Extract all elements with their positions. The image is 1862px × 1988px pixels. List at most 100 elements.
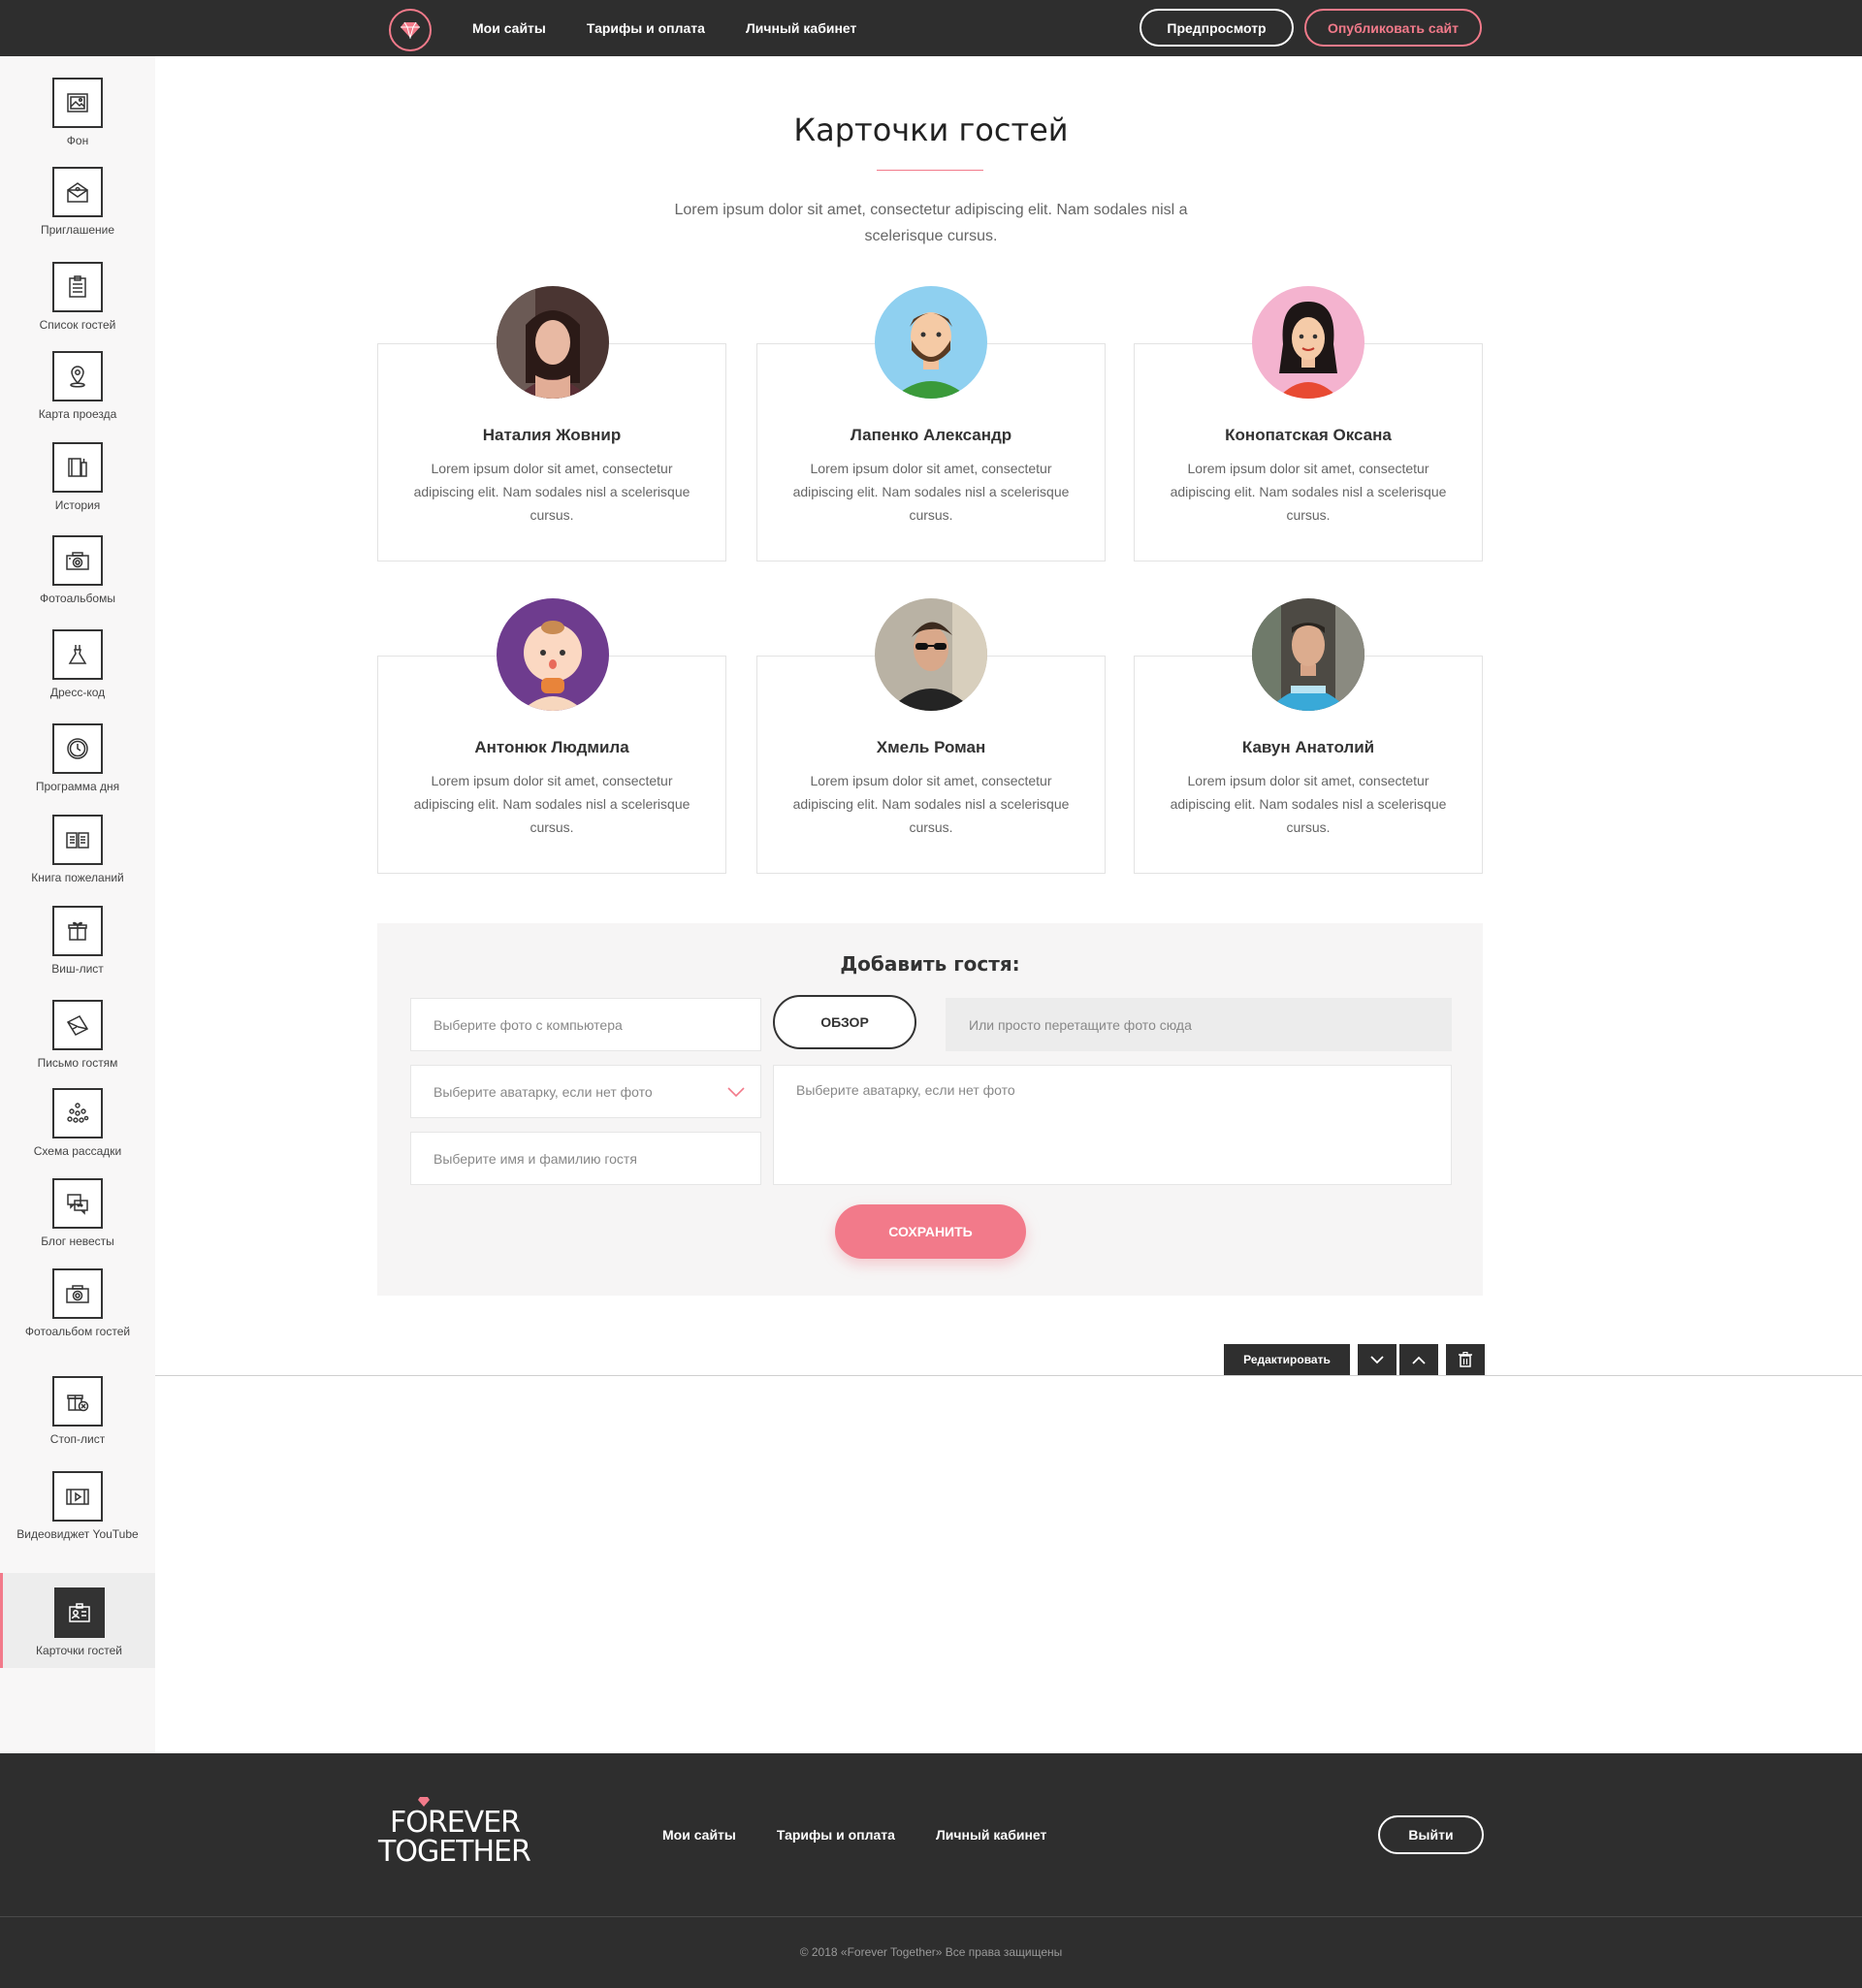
sidebar-item-dress-code[interactable]: Дресс-код bbox=[0, 629, 155, 699]
photo-drop-zone[interactable]: Или просто перетащите фото сюда bbox=[946, 998, 1452, 1051]
sidebar-item-wish-list[interactable]: Виш-лист bbox=[0, 906, 155, 976]
sidebar-item-label: Приглашение bbox=[40, 223, 115, 237]
sidebar-item-label: Фотоальбом гостей bbox=[24, 1325, 131, 1338]
sidebar-item-day-program[interactable]: Программа дня bbox=[0, 723, 155, 793]
map-pin-icon bbox=[52, 351, 103, 401]
sidebar: Фон Приглашение Список гостей Карта прое… bbox=[0, 56, 155, 1753]
guest-avatar bbox=[497, 598, 609, 711]
sidebar-item-invitation[interactable]: Приглашение bbox=[0, 167, 155, 237]
nav-account[interactable]: Личный кабинет bbox=[746, 20, 856, 36]
chevron-up-icon bbox=[1412, 1356, 1426, 1364]
guest-name: Кавун Анатолий bbox=[1241, 738, 1375, 756]
sidebar-item-label: Дресс-код bbox=[49, 686, 106, 699]
guest-description: Lorem ipsum dolor sit amet, consectetur … bbox=[413, 773, 690, 835]
form-title: Добавить гостя: bbox=[840, 952, 1020, 976]
sidebar-item-label: Список гостей bbox=[39, 318, 116, 332]
sidebar-item-label: Программа дня bbox=[35, 780, 120, 793]
avatar-textarea[interactable]: Выберите аватарку, если нет фото bbox=[773, 1065, 1452, 1185]
publish-site-button[interactable]: Опубликовать сайт bbox=[1304, 9, 1482, 47]
sidebar-item-bride-blog[interactable]: Блог невесты bbox=[0, 1178, 155, 1248]
camera-icon bbox=[52, 535, 103, 586]
preview-button[interactable]: Предпросмотр bbox=[1140, 9, 1294, 47]
chevron-down-icon bbox=[1370, 1355, 1384, 1363]
chat-icon bbox=[52, 1178, 103, 1229]
sidebar-item-label: Схема рассадки bbox=[33, 1144, 122, 1158]
sidebar-item-label: Виш-лист bbox=[51, 962, 104, 976]
guest-avatar bbox=[1252, 286, 1364, 399]
footer-nav-my-sites[interactable]: Мои сайты bbox=[662, 1827, 736, 1843]
sidebar-item-label: Карта проезда bbox=[38, 407, 117, 421]
sidebar-item-label: Фон bbox=[66, 134, 89, 147]
gift-icon bbox=[52, 906, 103, 956]
browse-button[interactable]: ОБЗОР bbox=[773, 995, 916, 1049]
footer-divider bbox=[0, 1916, 1862, 1917]
camera-icon bbox=[52, 1268, 103, 1319]
sidebar-item-map[interactable]: Карта проезда bbox=[0, 351, 155, 421]
clock-icon bbox=[52, 723, 103, 774]
logout-button[interactable]: Выйти bbox=[1378, 1815, 1484, 1854]
guest-description: Lorem ipsum dolor sit amet, consectetur … bbox=[792, 461, 1070, 523]
chevron-down-icon bbox=[727, 1085, 745, 1101]
avatar-select-value: Выберите аватарку, если нет фото bbox=[433, 1083, 653, 1100]
sidebar-item-guest-photo-album[interactable]: Фотоальбом гостей bbox=[0, 1268, 155, 1338]
footer-nav-tariffs[interactable]: Тарифы и оплата bbox=[777, 1827, 895, 1843]
photo-file-input[interactable]: Выберите фото с компьютера bbox=[410, 998, 761, 1051]
seating-icon bbox=[52, 1088, 103, 1138]
guest-avatar bbox=[1252, 598, 1364, 711]
sidebar-item-history[interactable]: История bbox=[0, 442, 155, 512]
guest-avatar bbox=[875, 286, 987, 399]
logo-line-2: TOGETHER bbox=[378, 1835, 531, 1869]
guest-name: Конопатская Оксана bbox=[1225, 426, 1392, 444]
sidebar-item-guest-cards[interactable]: Карточки гостей bbox=[0, 1573, 155, 1668]
sidebar-item-guest-list[interactable]: Список гостей bbox=[0, 262, 155, 332]
sidebar-item-background[interactable]: Фон bbox=[0, 78, 155, 147]
nav-my-sites[interactable]: Мои сайты bbox=[472, 20, 546, 36]
section-title: Карточки гостей bbox=[793, 112, 1069, 148]
sidebar-item-letter-to-guests[interactable]: Письмо гостям bbox=[0, 1000, 155, 1070]
guest-avatar bbox=[497, 286, 609, 399]
sidebar-item-seating[interactable]: Схема рассадки bbox=[0, 1088, 155, 1158]
guest-description: Lorem ipsum dolor sit amet, consectetur … bbox=[413, 461, 690, 523]
guest-name: Лапенко Александр bbox=[850, 426, 1012, 444]
envelope-icon bbox=[52, 167, 103, 217]
move-down-button[interactable] bbox=[1358, 1344, 1396, 1375]
guest-avatar bbox=[875, 598, 987, 711]
footer-nav-account[interactable]: Личный кабинет bbox=[936, 1827, 1046, 1843]
image-icon bbox=[52, 78, 103, 128]
add-guest-form: Добавить гостя: Выберите фото с компьюте… bbox=[377, 923, 1483, 1296]
avatar-select[interactable]: Выберите аватарку, если нет фото bbox=[410, 1065, 761, 1118]
sidebar-item-label: Карточки гостей bbox=[36, 1644, 122, 1657]
guest-name: Антонюк Людмила bbox=[474, 738, 629, 756]
id-card-icon bbox=[53, 1587, 105, 1638]
delete-section-button[interactable] bbox=[1446, 1344, 1485, 1375]
sidebar-item-photo-albums[interactable]: Фотоальбомы bbox=[0, 535, 155, 605]
nav-tariffs[interactable]: Тарифы и оплата bbox=[587, 20, 705, 36]
guest-name-input[interactable]: Выберите имя и фамилию гостя bbox=[410, 1132, 761, 1185]
sidebar-item-label: Фотоальбомы bbox=[40, 592, 115, 605]
save-button[interactable]: СОХРАНИТЬ bbox=[835, 1204, 1026, 1259]
sidebar-item-label: История bbox=[54, 498, 101, 512]
top-nav: Мои сайты Тарифы и оплата Личный кабинет bbox=[472, 0, 856, 56]
sidebar-item-label: Видеовиджет YouTube bbox=[16, 1527, 139, 1541]
section-divider bbox=[155, 1375, 1862, 1376]
copyright: © 2018 «Forever Together» Все права защи… bbox=[799, 1945, 1063, 1959]
sidebar-item-wishes-book[interactable]: Книга пожеланий bbox=[0, 815, 155, 884]
diamond-logo-icon[interactable] bbox=[389, 9, 432, 51]
sidebar-item-youtube-widget[interactable]: Видеовиджет YouTube bbox=[0, 1471, 155, 1541]
trash-icon bbox=[1459, 1352, 1472, 1367]
section-subtitle: Lorem ipsum dolor sit amet, consectetur … bbox=[674, 202, 1188, 244]
move-up-button[interactable] bbox=[1399, 1344, 1438, 1375]
video-icon bbox=[52, 1471, 103, 1522]
sidebar-item-stop-list[interactable]: Стоп-лист bbox=[0, 1376, 155, 1446]
open-book-icon bbox=[52, 815, 103, 865]
sidebar-item-label: Стоп-лист bbox=[49, 1432, 106, 1446]
edit-section-button[interactable]: Редактировать bbox=[1224, 1344, 1350, 1375]
gift-cancel-icon bbox=[52, 1376, 103, 1427]
footer-logo[interactable]: FOREVER TOGETHER bbox=[378, 1796, 533, 1870]
title-divider bbox=[877, 170, 983, 171]
sidebar-item-label: Блог невесты bbox=[41, 1234, 114, 1248]
letter-icon bbox=[52, 1000, 103, 1050]
footer: FOREVER TOGETHER Мои сайты Тарифы и опла… bbox=[0, 1753, 1862, 1988]
guest-description: Lorem ipsum dolor sit amet, consectetur … bbox=[1170, 461, 1447, 523]
dress-icon bbox=[52, 629, 103, 680]
